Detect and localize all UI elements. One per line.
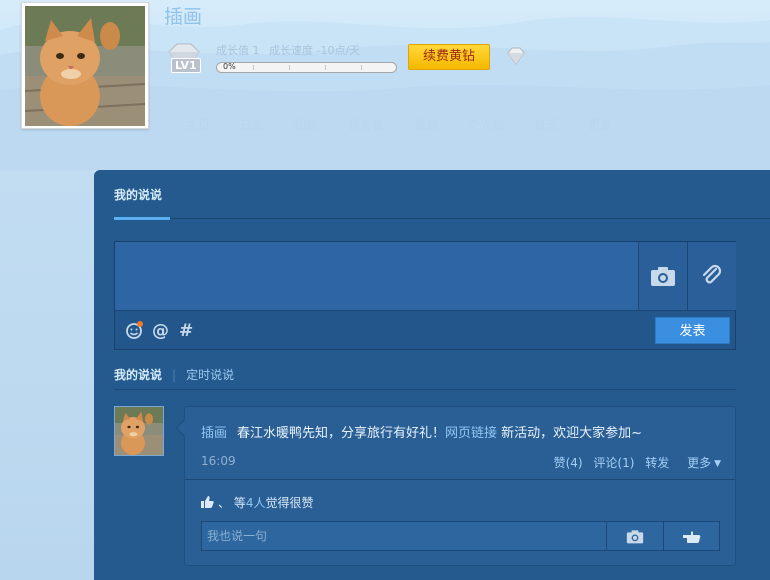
nav-item[interactable]: 相册 xyxy=(294,116,318,133)
chevron-down-icon: ▼ xyxy=(714,459,721,469)
attach-link-button[interactable] xyxy=(687,242,736,310)
feed-author-avatar[interactable] xyxy=(114,406,164,456)
progress-tick xyxy=(289,65,290,70)
camera-icon xyxy=(626,529,644,543)
composer-toolbar: @ # 发表 xyxy=(115,310,735,349)
comment-input[interactable] xyxy=(202,522,606,550)
cat-photo xyxy=(24,6,146,126)
growth-value: 成长值 1 xyxy=(216,44,260,57)
share-button[interactable]: 转发 xyxy=(645,456,669,470)
post-input[interactable] xyxy=(115,242,638,310)
likes-count[interactable]: 4人 xyxy=(246,496,266,510)
comment-photo-button[interactable] xyxy=(606,522,663,550)
nav-item[interactable]: 个人档 xyxy=(468,116,504,133)
hashtag-icon[interactable]: # xyxy=(177,321,195,339)
nav-item[interactable]: 说说 xyxy=(414,116,438,133)
nav-item[interactable]: 主页 xyxy=(186,116,210,133)
camera-icon xyxy=(651,267,675,286)
feed-item: 插画 春江水暖鸭先知，分享旅行有好礼！网页链接 新活动，欢迎大家参加~ 16:09… xyxy=(175,406,736,566)
active-tab-indicator xyxy=(114,217,170,220)
upload-photo-button[interactable] xyxy=(638,242,687,310)
growth-speed: 成长速度 -10点/天 xyxy=(269,44,361,57)
feed-actions: 赞(4) 评论(1) 转发 更多 ▼ xyxy=(547,454,721,471)
renew-yellow-diamond-button[interactable]: 续费黄钻 xyxy=(408,44,490,70)
feed-content: 插画 春江水暖鸭先知，分享旅行有好礼！网页链接 新活动，欢迎大家参加~ xyxy=(201,422,642,441)
comment-box xyxy=(201,521,720,551)
comment-poke-button[interactable] xyxy=(663,522,720,550)
nav-item[interactable]: 日志 xyxy=(240,116,264,133)
more-button[interactable]: 更多 ▼ xyxy=(680,456,721,470)
thumbs-up-icon xyxy=(201,496,214,508)
nav-item[interactable]: 音乐 xyxy=(534,116,558,133)
comment-button[interactable]: 评论(1) xyxy=(593,456,634,470)
publish-button[interactable]: 发表 xyxy=(655,317,730,344)
likes-summary: 、 等4人觉得很赞 xyxy=(201,494,313,511)
profile-name[interactable]: 插画 xyxy=(164,2,202,29)
subtabs: 我的说说 | 定时说说 xyxy=(114,366,234,383)
gem-icon[interactable] xyxy=(505,46,527,66)
svg-text:#: # xyxy=(179,321,193,339)
svg-text:@: @ xyxy=(152,321,169,339)
feed-text-tail: 新活动，欢迎大家参加~ xyxy=(497,426,643,441)
feed-text: 春江水暖鸭先知，分享旅行有好礼！ xyxy=(237,426,446,441)
composer: @ # 发表 xyxy=(114,241,736,350)
shuoshuo-panel: 我的说说 @ # 发表 我的说说 | 定时说说 插画 春江水暖鸭先知，分享旅行有… xyxy=(94,170,770,580)
subtabs-divider xyxy=(114,389,736,390)
progress-tick xyxy=(253,65,254,70)
paperclip-icon xyxy=(702,264,722,284)
cat-photo xyxy=(115,407,163,455)
nav-item[interactable]: 更多 xyxy=(588,116,612,133)
more-label: 更多 xyxy=(687,456,712,470)
tab-divider xyxy=(114,218,770,219)
profile-avatar[interactable] xyxy=(21,2,149,129)
emoji-icon[interactable] xyxy=(125,321,143,339)
nav-item[interactable]: 留言板 xyxy=(348,116,384,133)
subtab-my-shuoshuo[interactable]: 我的说说 xyxy=(114,368,162,382)
feed-author-name[interactable]: 插画 xyxy=(201,426,227,441)
subtab-scheduled[interactable]: 定时说说 xyxy=(186,368,234,382)
likes-suffix: 觉得很赞 xyxy=(265,496,314,510)
tab-my-shuoshuo[interactable]: 我的说说 xyxy=(114,186,162,203)
card-pointer xyxy=(175,419,193,437)
side-background xyxy=(0,170,94,580)
at-icon[interactable]: @ xyxy=(151,321,169,339)
likes-prefix: 、 等 xyxy=(218,496,246,510)
feed-timestamp: 16:09 xyxy=(201,454,236,468)
like-button[interactable]: 赞(4) xyxy=(554,456,583,470)
growth-info: 成长值 1 成长速度 -10点/天 xyxy=(216,42,366,58)
progress-tick xyxy=(361,65,362,70)
progress-tick xyxy=(325,65,326,70)
level-badge: LV1 xyxy=(171,58,201,73)
profile-nav: 主页 日志 相册 留言板 说说 个人档 音乐 更多 xyxy=(186,116,642,133)
subtab-separator: | xyxy=(172,368,177,382)
progress-percent: 0% xyxy=(223,62,236,71)
feed-divider xyxy=(185,479,735,480)
feed-web-link[interactable]: 网页链接 xyxy=(445,426,497,441)
pointing-hand-icon xyxy=(683,531,701,543)
growth-progress-bar: 0% xyxy=(216,62,397,73)
